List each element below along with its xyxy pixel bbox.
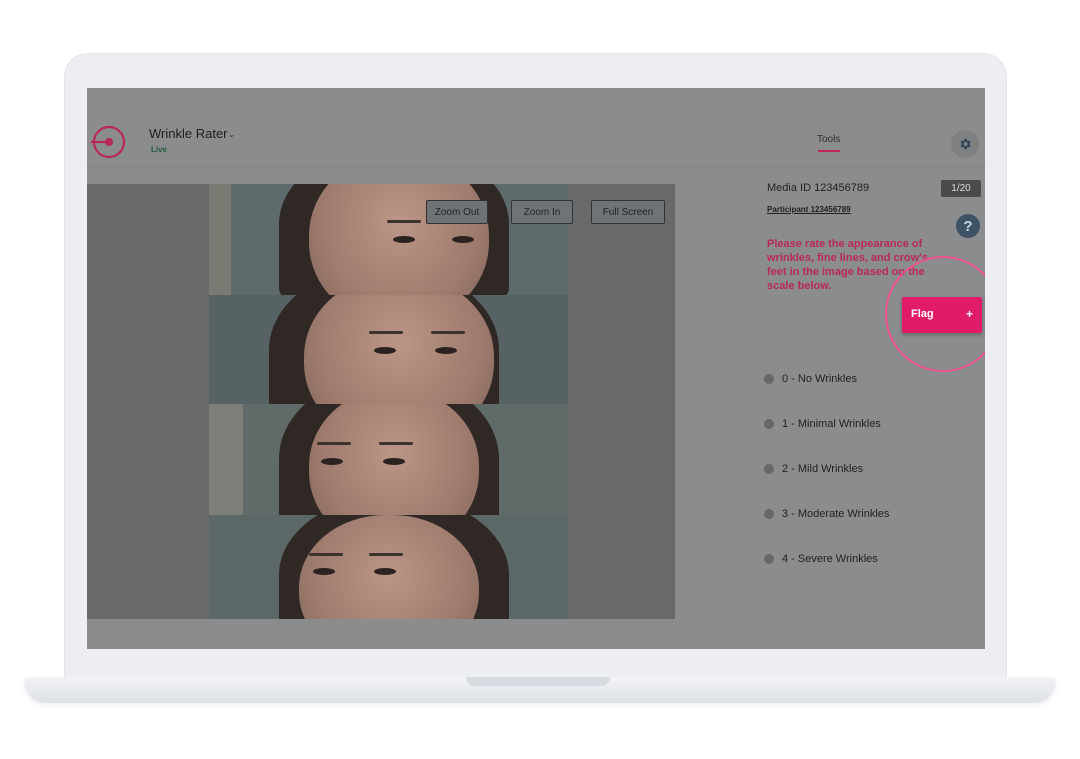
plus-icon: + — [965, 307, 973, 321]
laptop-mockup: Wrinkle Rater ⌄ Live Tools Zoom Out Zoom… — [0, 0, 1080, 759]
flag-button[interactable]: Flag + — [902, 297, 982, 333]
image-viewer[interactable]: Zoom Out Zoom In Full Screen — [87, 184, 675, 619]
rating-option-label: 1 - Minimal Wrinkles — [782, 418, 881, 430]
image-strip — [209, 404, 568, 515]
rating-option-label: 3 - Moderate Wrinkles — [782, 508, 890, 520]
zoom-out-button[interactable]: Zoom Out — [426, 200, 488, 224]
image-strip — [209, 295, 568, 404]
app-title[interactable]: Wrinkle Rater — [149, 126, 228, 141]
tab-tools[interactable]: Tools — [817, 134, 840, 145]
app-screen: Wrinkle Rater ⌄ Live Tools Zoom Out Zoom… — [87, 88, 985, 649]
target-logo-icon — [91, 125, 126, 159]
radio-button[interactable] — [764, 464, 774, 474]
rating-option-label: 0 - No Wrinkles — [782, 373, 857, 385]
media-id: Media ID 123456789 — [767, 182, 870, 194]
image-counter: 1/20 — [941, 180, 981, 197]
top-bar: Wrinkle Rater ⌄ Live Tools — [87, 88, 985, 167]
image-strip — [209, 515, 568, 619]
full-screen-button[interactable]: Full Screen — [591, 200, 665, 224]
radio-button[interactable] — [764, 419, 774, 429]
rating-option[interactable]: 1 - Minimal Wrinkles — [764, 416, 944, 432]
rating-option-label: 4 - Severe Wrinkles — [782, 553, 878, 565]
rating-option[interactable]: 2 - Mild Wrinkles — [764, 461, 944, 477]
radio-button[interactable] — [764, 554, 774, 564]
status-badge: Live — [151, 145, 168, 154]
laptop-notch — [466, 677, 610, 686]
participant-link[interactable]: Participant 123456789 — [767, 205, 851, 214]
chevron-down-icon[interactable]: ⌄ — [228, 129, 236, 140]
rating-option[interactable]: 3 - Moderate Wrinkles — [764, 506, 944, 522]
rating-option-label: 2 - Mild Wrinkles — [782, 463, 864, 475]
settings-button[interactable] — [951, 130, 979, 158]
rating-option[interactable]: 4 - Severe Wrinkles — [764, 551, 944, 567]
gear-icon — [960, 138, 971, 150]
zoom-in-button[interactable]: Zoom In — [511, 200, 573, 224]
flag-label: Flag — [911, 308, 934, 320]
radio-button[interactable] — [764, 509, 774, 519]
rating-option[interactable]: 0 - No Wrinkles — [764, 371, 944, 387]
face-image — [209, 184, 568, 619]
radio-button[interactable] — [764, 374, 774, 384]
help-icon[interactable]: ? — [956, 214, 980, 238]
tab-active-indicator — [818, 150, 840, 152]
